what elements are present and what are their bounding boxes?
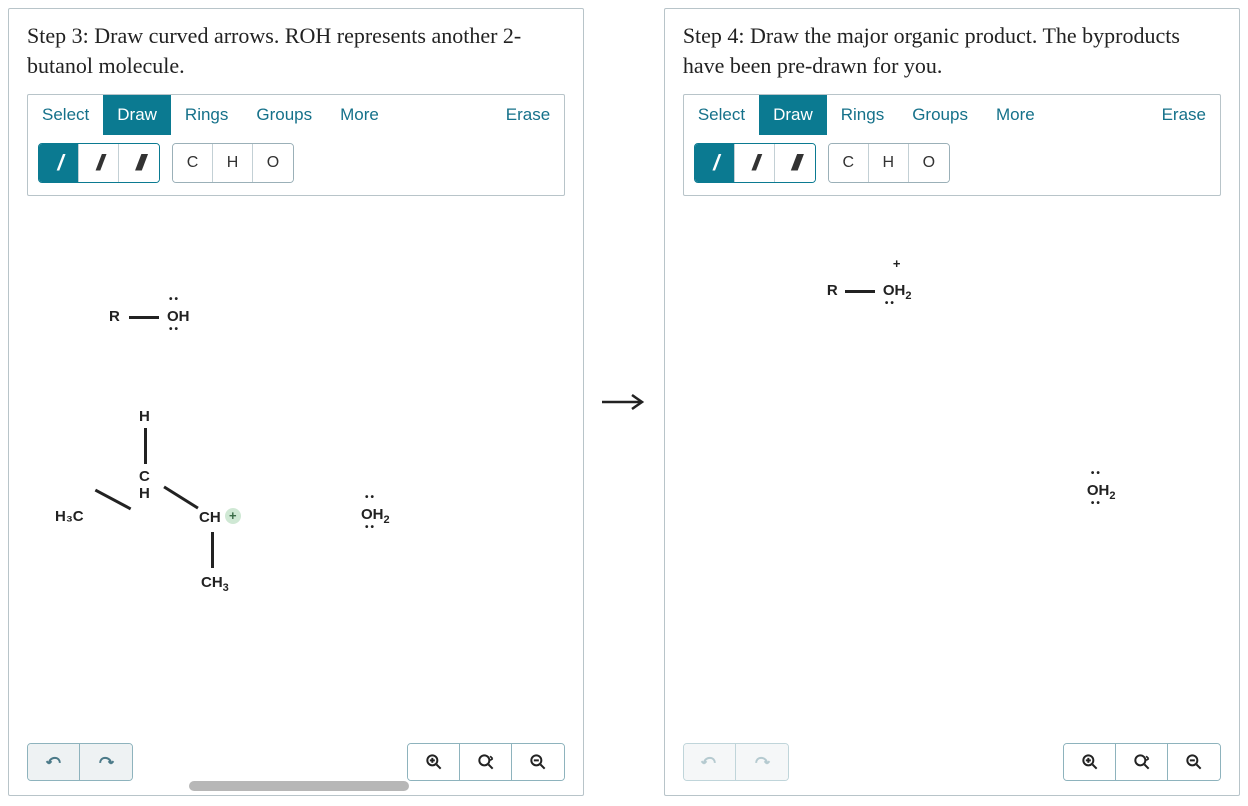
- tab-select[interactable]: Select: [28, 95, 103, 135]
- bond-tool-group: / // ///: [694, 143, 816, 183]
- single-bond-tool[interactable]: /: [39, 144, 79, 182]
- undo-icon: [44, 752, 64, 772]
- hydrogen-tool[interactable]: H: [869, 144, 909, 182]
- positive-charge-icon: +: [225, 508, 241, 524]
- tab-row-right: Select Draw Rings Groups More Erase: [684, 95, 1220, 135]
- tab-groups[interactable]: Groups: [898, 95, 982, 135]
- atom-ch3: CH3: [201, 574, 229, 594]
- zoom-in-button[interactable]: [1064, 744, 1116, 780]
- tab-more[interactable]: More: [982, 95, 1049, 135]
- undo-button[interactable]: [684, 744, 736, 780]
- zoom-group: [407, 743, 565, 781]
- zoom-out-icon: [528, 752, 548, 772]
- redo-icon: [752, 752, 772, 772]
- atom-h-top: H: [139, 408, 150, 425]
- double-bond-tool[interactable]: //: [79, 144, 119, 182]
- element-tool-group: C H O: [172, 143, 294, 183]
- canvas-footer-right: [683, 743, 1221, 781]
- bond-tool-group: / // ///: [38, 143, 160, 183]
- triple-bond-tool[interactable]: ///: [775, 144, 815, 182]
- toolbar-left: Select Draw Rings Groups More Erase / //…: [27, 94, 565, 196]
- tab-groups[interactable]: Groups: [242, 95, 326, 135]
- undo-redo-group: [683, 743, 789, 781]
- zoom-in-icon: [424, 752, 444, 772]
- step4-panel: Step 4: Draw the major organic product. …: [664, 8, 1240, 796]
- bond-c-h3c: [95, 489, 132, 510]
- lone-pair-top: ••: [169, 294, 180, 305]
- tab-row: Select Draw Rings Groups More Erase: [28, 95, 564, 135]
- zoom-group: [1063, 743, 1221, 781]
- drawing-canvas-left[interactable]: R •• OH •• H CH H₃C CH + CH3 •• OH2 ••: [27, 196, 565, 696]
- redo-button[interactable]: [736, 744, 788, 780]
- tab-rings[interactable]: Rings: [171, 95, 242, 135]
- double-bond-tool[interactable]: //: [735, 144, 775, 182]
- redo-button[interactable]: [80, 744, 132, 780]
- bond-r-oh2: [845, 290, 875, 293]
- toolbar-right: Select Draw Rings Groups More Erase / //…: [683, 94, 1221, 196]
- step4-prompt: Step 4: Draw the major organic product. …: [683, 21, 1221, 80]
- redo-icon: [96, 752, 116, 772]
- undo-button[interactable]: [28, 744, 80, 780]
- carbon-tool[interactable]: C: [829, 144, 869, 182]
- zoom-in-button[interactable]: [408, 744, 460, 780]
- atom-R: R: [109, 308, 120, 325]
- atom-oh: OH: [167, 308, 190, 325]
- tab-rings[interactable]: Rings: [827, 95, 898, 135]
- tab-select[interactable]: Select: [684, 95, 759, 135]
- step3-panel: Step 3: Draw curved arrows. ROH represen…: [8, 8, 584, 796]
- atom-h3c: H₃C: [55, 508, 84, 525]
- undo-redo-group: [27, 743, 133, 781]
- zoom-out-button[interactable]: [1168, 744, 1220, 780]
- bond-r-oh: [129, 316, 159, 319]
- lone-pair-bottom: ••: [169, 324, 180, 335]
- arrow-right-icon: [600, 390, 648, 414]
- zoom-fit-button[interactable]: [460, 744, 512, 780]
- single-bond-tool[interactable]: /: [695, 144, 735, 182]
- bond-ch-ch3: [211, 532, 214, 568]
- tab-more[interactable]: More: [326, 95, 393, 135]
- drawing-canvas-right[interactable]: R + OH2 •• •• OH2 ••: [683, 196, 1221, 696]
- atom-R: R: [827, 282, 838, 299]
- zoom-fit-icon: [1132, 752, 1152, 772]
- tab-draw[interactable]: Draw: [103, 95, 171, 135]
- oxygen-tool[interactable]: O: [253, 144, 293, 182]
- carbon-tool[interactable]: C: [173, 144, 213, 182]
- undo-icon: [699, 752, 719, 772]
- zoom-out-button[interactable]: [512, 744, 564, 780]
- triple-bond-tool[interactable]: ///: [119, 144, 159, 182]
- tool-row: / // /// C H O: [28, 135, 564, 183]
- lone-pair-oh2-top: ••: [365, 492, 376, 503]
- erase-button[interactable]: Erase: [492, 95, 564, 135]
- step3-prompt: Step 3: Draw curved arrows. ROH represen…: [27, 21, 565, 80]
- element-tool-group: C H O: [828, 143, 950, 183]
- zoom-fit-button[interactable]: [1116, 744, 1168, 780]
- oxygen-tool[interactable]: O: [909, 144, 949, 182]
- horizontal-scrollbar[interactable]: [189, 781, 409, 791]
- canvas-footer-left: [27, 743, 565, 781]
- hydrogen-tool[interactable]: H: [213, 144, 253, 182]
- bond-h-c: [144, 428, 147, 464]
- charge-plus: +: [893, 256, 901, 271]
- lone-pair-b-bottom: ••: [1091, 498, 1102, 509]
- lone-pair-oh2plus: ••: [885, 298, 896, 309]
- zoom-fit-icon: [476, 752, 496, 772]
- zoom-out-icon: [1184, 752, 1204, 772]
- lone-pair-oh2-bottom: ••: [365, 522, 376, 533]
- lone-pair-b-top: ••: [1091, 468, 1102, 479]
- reaction-arrow: [596, 8, 652, 796]
- tool-row-right: / // /// C H O: [684, 135, 1220, 183]
- zoom-in-icon: [1080, 752, 1100, 772]
- erase-button[interactable]: Erase: [1148, 95, 1220, 135]
- tab-draw[interactable]: Draw: [759, 95, 827, 135]
- atom-c-center: CH: [139, 468, 150, 502]
- atom-ch-plus: CH +: [199, 508, 241, 526]
- bond-c-chplus: [163, 486, 199, 510]
